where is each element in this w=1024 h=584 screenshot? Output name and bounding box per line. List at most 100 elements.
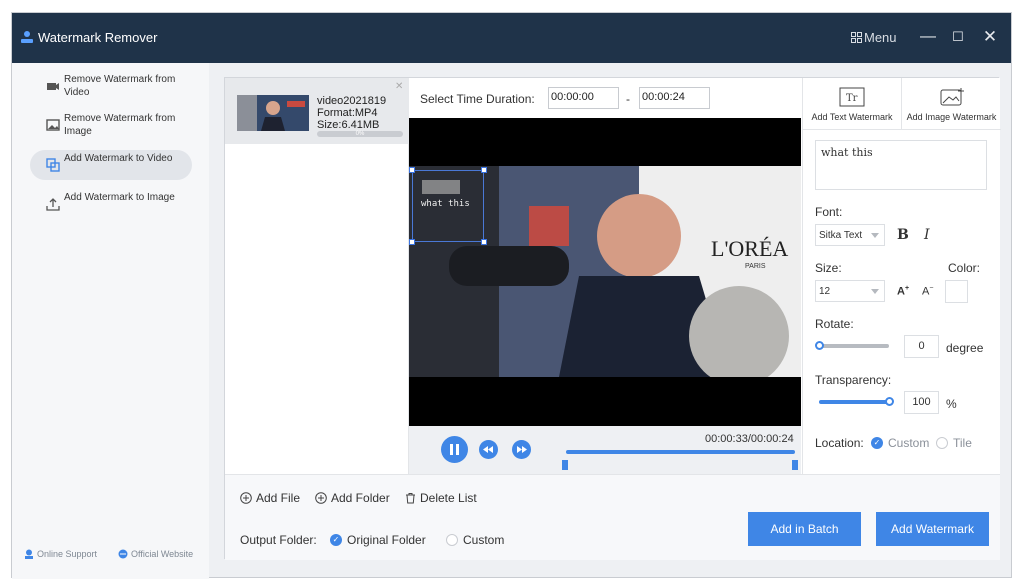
file-format: Format:MP4 [317,107,378,119]
rewind-button[interactable] [479,440,498,459]
footer-bar: Add File Add Folder Delete List Output F… [225,474,1000,560]
sidebar-item-label: Remove Watermark from Image [64,113,176,137]
size-up-letter: A [897,285,905,298]
italic-button[interactable]: I [924,227,930,243]
trash-icon [406,493,415,504]
app-title: Watermark Remover [38,30,158,45]
add-file-button[interactable]: Add File [240,491,300,505]
end-time-input[interactable]: 00:00:24 [639,87,710,109]
plus-circle-icon [240,492,252,504]
app-window: Watermark Remover Menu — ☐ ✕ Remove Wate… [11,12,1012,579]
location-tile-label: Tile [953,436,972,450]
range-end-handle[interactable] [792,460,798,470]
location-tile-radio[interactable] [936,437,948,449]
output-folder-label: Output Folder: [240,533,317,547]
add-folder-button[interactable]: Add Folder [315,491,390,505]
rewind-icon [483,446,493,453]
sidebar-item-remove-video[interactable]: Remove Watermark from Video [30,71,192,101]
watermark-selection[interactable]: what this [409,167,487,245]
minimize-button[interactable]: — [918,27,938,47]
output-custom-radio[interactable] [446,534,458,546]
rotate-input[interactable]: 0 [904,335,939,358]
rotate-slider[interactable] [819,344,889,348]
tab-add-text-watermark[interactable]: Tr Add Text Watermark [803,78,902,130]
rotate-unit: degree [946,341,984,355]
transparency-slider[interactable] [819,400,889,404]
image-watermark-icon [940,88,964,106]
location-label: Location: [815,436,864,450]
font-label: Font: [815,205,843,219]
sidebar-item-label: Add Watermark to Video [64,153,173,164]
pause-icon [450,444,459,455]
transparency-input[interactable]: 100 [904,391,939,414]
font-size-decrease-button[interactable]: A− [922,285,933,298]
add-folder-label: Add Folder [331,491,390,505]
video-remove-icon [47,83,59,90]
resize-handle[interactable] [481,167,487,173]
maximize-button[interactable]: ☐ [948,27,968,47]
text-watermark-icon: Tr [839,87,865,107]
forward-button[interactable] [512,440,531,459]
browser-icon [118,549,128,559]
online-support-label: Online Support [37,549,98,559]
resize-handle[interactable] [409,239,415,245]
sidebar: Remove Watermark from Video Remove Water… [12,63,209,579]
add-file-label: Add File [256,491,301,505]
rotate-slider-thumb[interactable] [815,341,824,350]
duration-dash: - [626,92,630,106]
sidebar-item-add-image[interactable]: Add Watermark to Image [30,189,192,219]
official-website-label: Official Website [131,549,194,559]
add-in-batch-button[interactable]: Add in Batch [748,512,861,546]
font-size-increase-button[interactable]: A+ [897,285,909,298]
support-icon [25,549,33,559]
upload-icon [46,198,60,211]
pause-button[interactable] [441,436,468,463]
tab-add-image-watermark[interactable]: Add Image Watermark [902,78,1001,130]
resize-handle[interactable] [409,167,415,173]
forward-icon [517,446,527,453]
transparency-unit: % [946,397,957,411]
output-original-radio[interactable]: ✓ [330,534,342,546]
transparency-slider-thumb[interactable] [885,397,894,406]
close-button[interactable]: ✕ [980,27,1000,47]
main-content: video2021819 Format:MP4 Size:6.41MB ✕ 0%… [224,77,1001,560]
delete-list-button[interactable]: Delete List [405,491,477,505]
sidebar-item-add-video[interactable]: Add Watermark to Video [30,150,192,180]
file-name: video2021819 [317,95,387,107]
duration-bar: Select Time Duration: 00:00:00 - 00:00:2… [409,78,801,118]
menu-label: Menu [864,30,897,45]
video-preview[interactable]: L'ORÉA PARIS what this [409,118,801,426]
svg-text:Tr: Tr [846,93,858,104]
location-custom-label: Custom [888,436,930,450]
svg-text:L'ORÉA: L'ORÉA [711,236,788,261]
official-website-link[interactable]: Official Website [118,549,193,559]
image-icon [46,119,60,131]
tab-label: Add Text Watermark [811,112,893,122]
range-start-handle[interactable] [562,460,568,470]
color-swatch[interactable] [945,280,968,303]
font-select[interactable]: Sitka Text [815,224,885,246]
location-custom-radio[interactable]: ✓ [871,437,883,449]
app-logo-icon [21,31,33,43]
color-label: Color: [948,261,981,275]
file-progress-bar: 0% [317,131,403,137]
video-thumbnail [237,95,309,131]
file-item[interactable]: video2021819 Format:MP4 Size:6.41MB ✕ 0% [225,78,409,144]
remove-file-icon[interactable]: ✕ [395,81,403,92]
resize-handle[interactable] [481,239,487,245]
settings-panel: Tr Add Text Watermark Add Image Watermar… [802,78,1001,474]
size-label: Size: [815,261,842,275]
delete-list-label: Delete List [420,491,477,505]
online-support-link[interactable]: Online Support [24,549,97,559]
sidebar-item-remove-image[interactable]: Remove Watermark from Image [30,110,192,140]
add-watermark-button[interactable]: Add Watermark [876,512,989,546]
start-time-input[interactable]: 00:00:00 [548,87,619,109]
seek-bar[interactable] [566,450,795,454]
size-select[interactable]: 12 [815,280,885,302]
watermark-text-input[interactable]: what this [815,140,987,190]
watermark-text-overlay: what this [421,199,470,209]
time-readout: 00:00:33/00:00:24 [705,433,794,445]
sidebar-item-label: Add Watermark to Image [64,192,175,203]
bold-button[interactable]: B [897,227,909,243]
menu-button[interactable]: Menu [851,30,897,45]
